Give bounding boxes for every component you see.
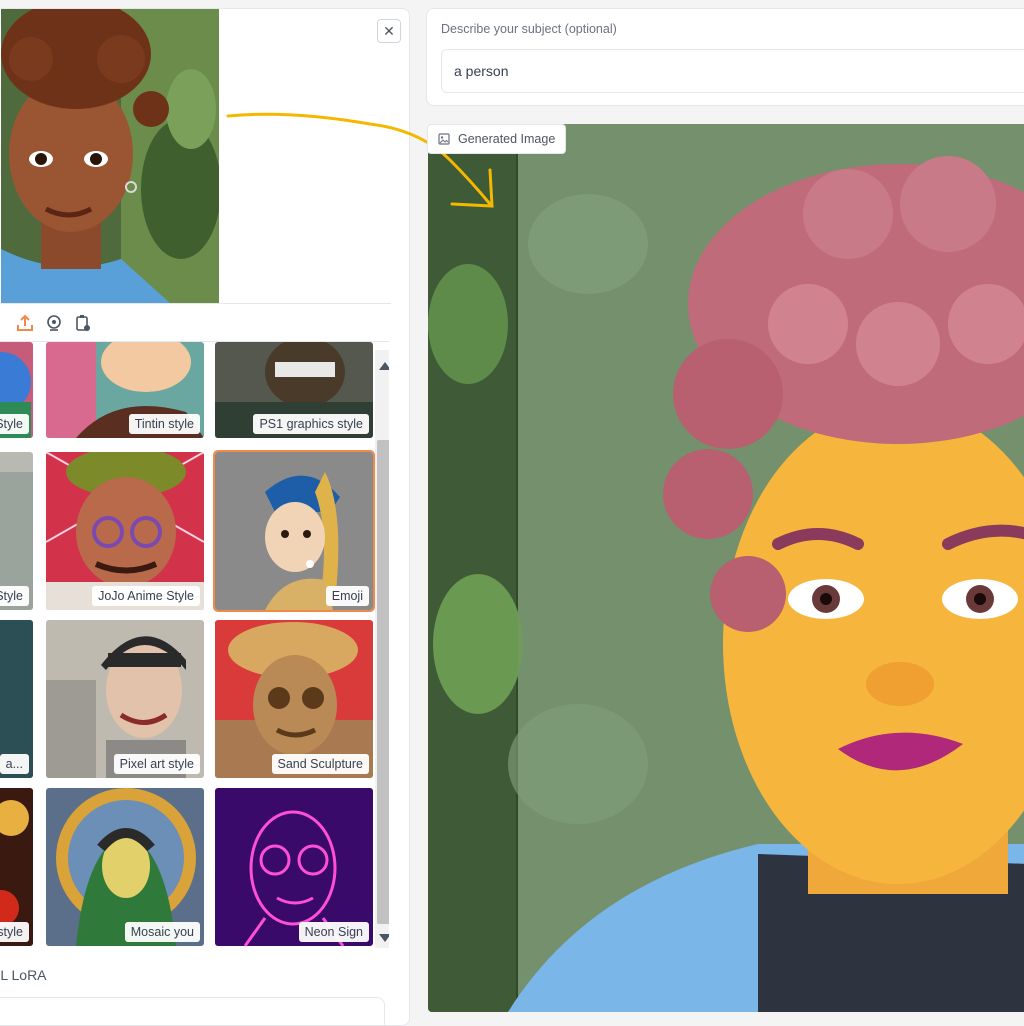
clipboard-icon[interactable] <box>73 313 93 333</box>
lora-field[interactable] <box>0 997 385 1025</box>
style-label: Style <box>0 414 29 434</box>
style-thumb[interactable]: Sand Sculpture <box>215 620 373 778</box>
style-thumb[interactable]: Style <box>0 342 33 438</box>
generated-image-badge: Generated Image <box>427 124 567 154</box>
style-label: Mosaic you <box>124 922 200 942</box>
style-label: Sand Sculpture <box>271 754 369 774</box>
input-image[interactable] <box>1 9 219 304</box>
style-label: JoJo Anime Style <box>92 586 200 606</box>
style-label: Tintin style <box>128 414 200 434</box>
subject-label: Describe your subject (optional) <box>441 22 617 36</box>
style-label: Pixel art style <box>113 754 200 774</box>
style-label: Emoji <box>325 586 369 606</box>
generated-image[interactable] <box>428 124 1024 1012</box>
webcam-icon[interactable] <box>44 313 64 333</box>
scroll-thumb[interactable] <box>377 440 389 924</box>
scroll-up-icon[interactable] <box>379 362 389 370</box>
close-icon: ✕ <box>383 22 395 39</box>
divider <box>0 303 391 304</box>
style-thumb[interactable]: PS1 graphics style <box>215 342 373 438</box>
subject-panel: Describe your subject (optional) <box>426 8 1024 106</box>
style-thumb[interactable]: Mosaic you <box>46 788 204 946</box>
style-thumb[interactable]: a... <box>0 620 33 778</box>
style-thumb[interactable]: JoJo Anime Style <box>46 452 204 610</box>
style-thumb[interactable]: Pixel art style <box>46 620 204 778</box>
style-label: Neon Sign <box>298 922 369 942</box>
style-label: a... <box>0 754 29 774</box>
scroll-down-icon[interactable] <box>379 934 389 942</box>
style-thumb[interactable]: Tintin style <box>46 342 204 438</box>
style-label: Style <box>0 586 29 606</box>
style-thumb-selected[interactable]: Emoji <box>213 450 375 612</box>
generated-image-label: Generated Image <box>458 132 556 146</box>
style-gallery: Style Tintin style PS1 graphics style St… <box>0 341 389 954</box>
style-label: style <box>0 922 29 942</box>
upload-icon[interactable] <box>15 313 35 333</box>
style-label: PS1 graphics style <box>253 414 369 434</box>
gallery-scrollbar[interactable] <box>375 350 389 948</box>
image-icon <box>438 133 450 145</box>
annotation-arrow <box>226 112 494 208</box>
style-thumb[interactable]: style <box>0 788 33 946</box>
style-thumb[interactable]: Style <box>0 452 33 610</box>
close-button[interactable]: ✕ <box>377 19 401 43</box>
style-thumb[interactable]: Neon Sign <box>215 788 373 946</box>
lora-label: XL LoRA <box>0 967 47 983</box>
subject-input[interactable] <box>441 49 1024 93</box>
